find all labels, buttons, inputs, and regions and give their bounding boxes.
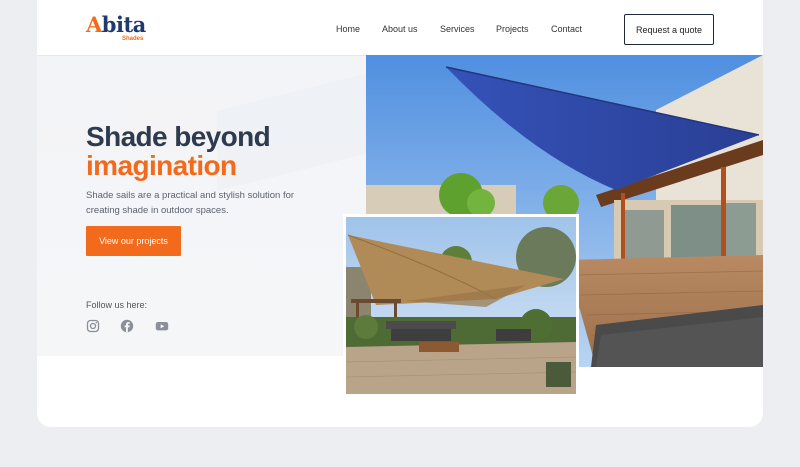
nav-projects[interactable]: Projects — [496, 24, 529, 34]
nav-contact[interactable]: Contact — [551, 24, 582, 34]
view-projects-button[interactable]: View our projects — [86, 226, 181, 256]
hero-description: Shade sails are a practical and stylish … — [86, 190, 295, 216]
facebook-icon[interactable] — [120, 319, 134, 333]
page-card: Abita Shades Home About us Services Proj… — [37, 0, 763, 427]
site-header: Abita Shades Home About us Services Proj… — [37, 0, 763, 56]
logo-wordmark: Abita — [86, 12, 146, 37]
hero-title-line2: imagination — [86, 150, 237, 181]
hero-image-secondary — [343, 214, 579, 397]
nav-about[interactable]: About us — [382, 24, 418, 34]
logo-subtitle: Shades — [122, 36, 144, 42]
follow-label: Follow us here: — [86, 300, 148, 310]
request-quote-button[interactable]: Request a quote — [624, 14, 714, 45]
nav-home[interactable]: Home — [336, 24, 360, 34]
brand-logo[interactable]: Abita Shades — [86, 12, 156, 46]
tan-shade-sail-photo — [346, 217, 576, 394]
youtube-icon[interactable] — [155, 319, 169, 333]
hero-title-line1: Shade beyond — [86, 121, 271, 152]
instagram-icon[interactable] — [86, 319, 100, 333]
nav-services[interactable]: Services — [440, 24, 475, 34]
